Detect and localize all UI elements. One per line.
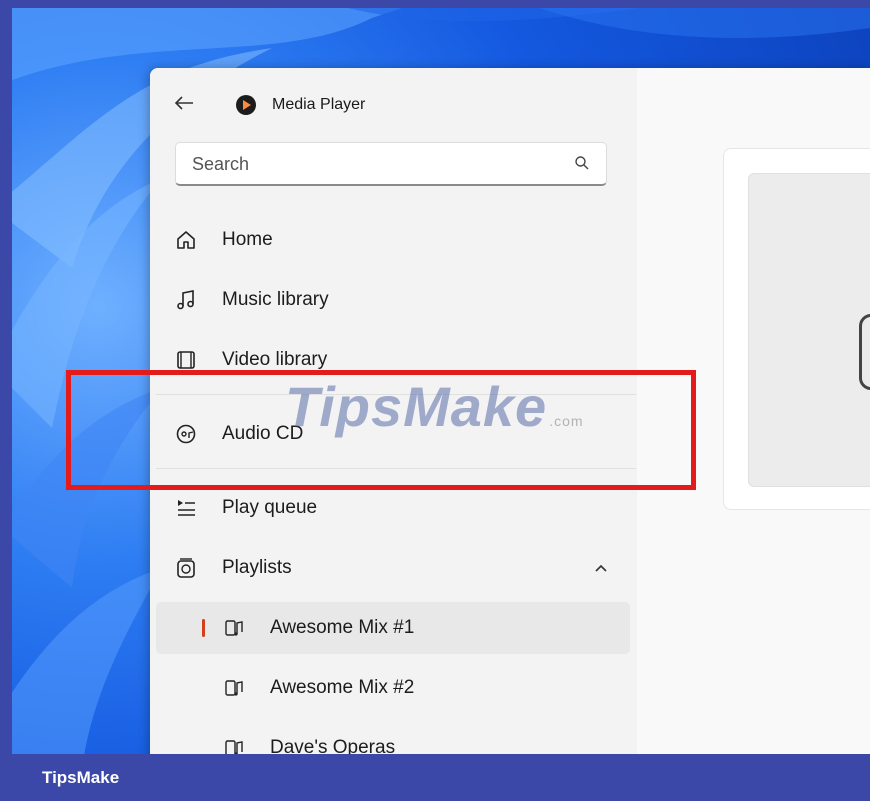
home-icon	[174, 228, 198, 252]
app-title: Media Player	[272, 96, 366, 113]
screenshot-frame: Media Player Home Music library	[0, 0, 870, 801]
nav-home-label: Home	[222, 229, 273, 250]
playlist-music-icon	[222, 616, 246, 640]
chevron-up-icon[interactable]	[594, 560, 608, 578]
media-player-logo-icon	[236, 95, 256, 115]
nav-music-library-label: Music library	[222, 289, 329, 310]
music-note-icon	[174, 288, 198, 312]
nav-playlists[interactable]: Playlists	[156, 542, 630, 594]
footer-brand: TipsMake	[42, 768, 120, 787]
selection-indicator	[202, 619, 205, 637]
cd-placeholder-icon	[859, 314, 870, 390]
nav-video-library-label: Video library	[222, 349, 328, 370]
film-icon	[174, 348, 198, 372]
search-box[interactable]	[175, 142, 607, 186]
nav-playlists-label: Playlists	[222, 557, 292, 578]
highlight-box	[66, 370, 696, 490]
playlist-item-label: Awesome Mix #1	[270, 617, 415, 638]
album-card[interactable]	[723, 148, 870, 510]
back-arrow-icon[interactable]	[174, 94, 202, 117]
nav-home[interactable]: Home	[156, 214, 630, 266]
search-icon[interactable]	[574, 155, 590, 176]
title-bar: Media Player	[174, 92, 365, 118]
nav-play-queue-label: Play queue	[222, 497, 318, 518]
playlist-item[interactable]: Awesome Mix #2	[156, 662, 630, 714]
queue-icon	[174, 496, 198, 520]
playlist-item-label: Awesome Mix #2	[270, 677, 415, 698]
playlist-music-icon	[222, 676, 246, 700]
footer-bar: TipsMake	[0, 754, 870, 801]
search-input[interactable]	[190, 153, 554, 176]
nav-music-library[interactable]: Music library	[156, 274, 630, 326]
album-art-placeholder	[748, 173, 870, 487]
playlist-icon	[174, 556, 198, 580]
playlist-item[interactable]: Awesome Mix #1	[156, 602, 630, 654]
